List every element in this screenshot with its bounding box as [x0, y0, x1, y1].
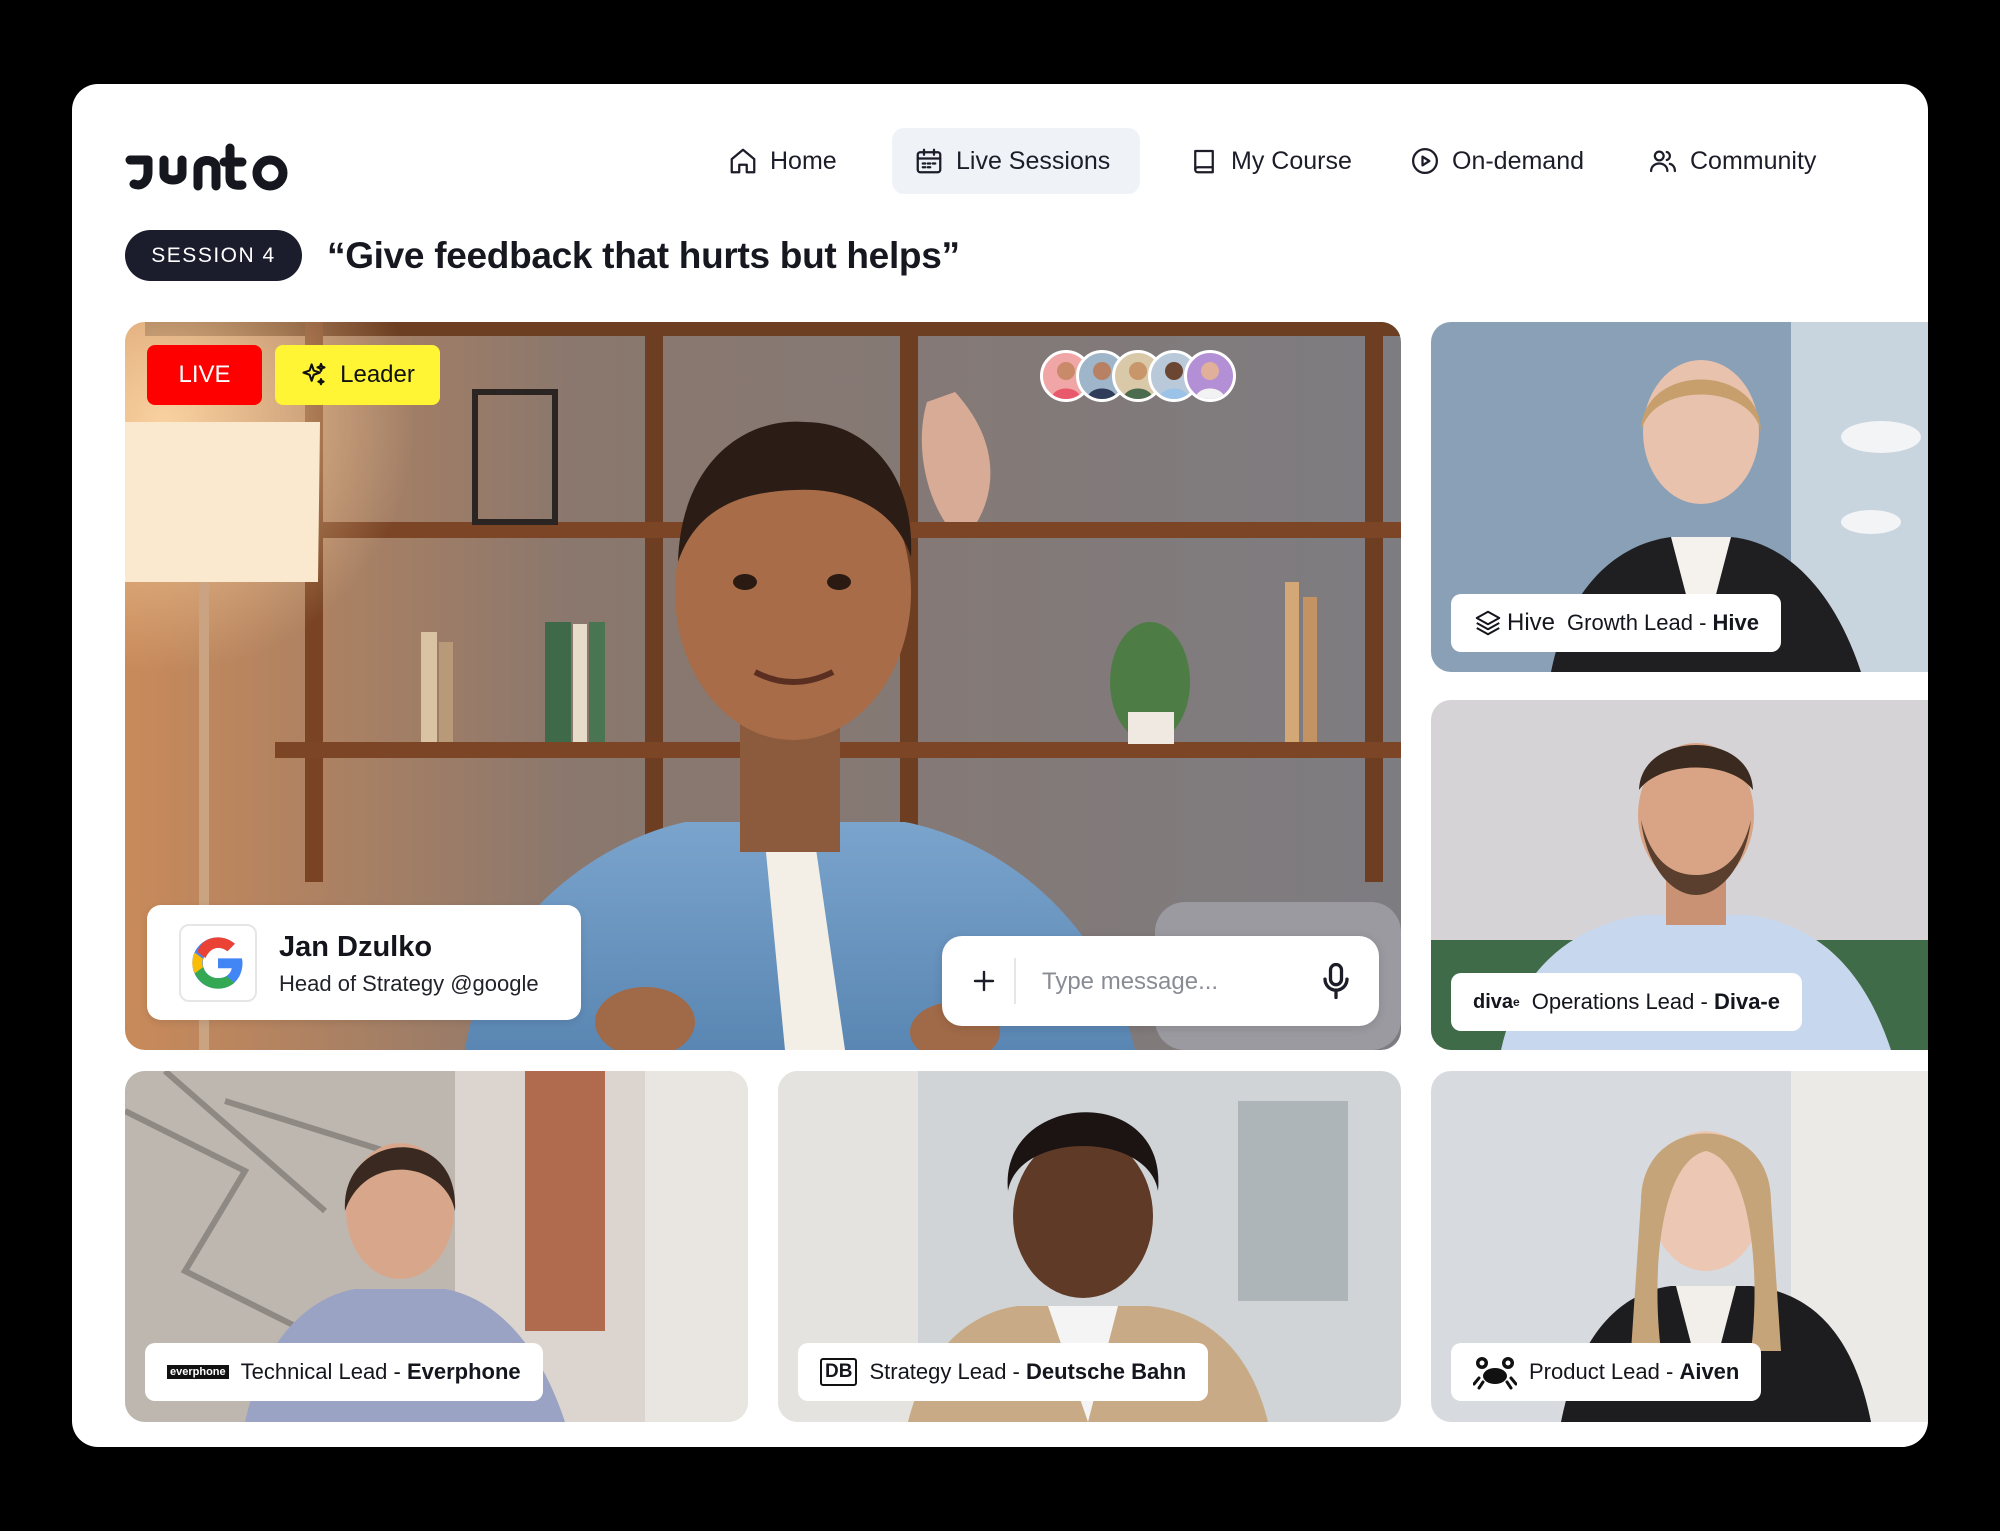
app-window: Home Live Sessions My Course On-demand C… — [72, 84, 1928, 1447]
hive-logo: Hive — [1473, 608, 1555, 638]
participant-label: DB Strategy Lead - Deutsche Bahn — [798, 1343, 1209, 1401]
nav-item-home[interactable]: Home — [706, 128, 859, 194]
participant-tile-deutsche-bahn[interactable]: DB Strategy Lead - Deutsche Bahn — [778, 1071, 1401, 1422]
google-logo — [179, 924, 257, 1002]
hive-logo-text: Hive — [1507, 609, 1556, 636]
nav-item-on-demand[interactable]: On-demand — [1388, 128, 1606, 194]
live-badge: LIVE — [147, 345, 262, 405]
book-icon — [1194, 149, 1214, 174]
nav-item-label: On-demand — [1452, 146, 1585, 175]
participant-role: Product Lead - Aiven — [1529, 1359, 1740, 1384]
add-attachment-button[interactable] — [966, 963, 1002, 999]
participant-label: Hive Growth Lead - Hive — [1451, 594, 1782, 652]
nav-item-my-course[interactable]: My Course — [1167, 128, 1374, 194]
home-icon — [730, 148, 756, 174]
speaker-role: Head of Strategy @google — [279, 971, 539, 996]
nav-item-community[interactable]: Community — [1626, 128, 1838, 194]
participant-tile-diva-e[interactable]: diva e Operations Lead - Diva-e — [1431, 700, 1928, 1050]
participant-role: Operations Lead - Diva-e — [1531, 989, 1780, 1014]
diva-e-logo: diva e — [1473, 990, 1520, 1013]
message-input[interactable] — [1040, 956, 1314, 1008]
play-circle-icon — [1412, 148, 1438, 174]
message-bar — [942, 936, 1379, 1026]
nav-item-label: Live Sessions — [956, 146, 1111, 175]
attendee-stack[interactable]: +34 attendees — [1040, 348, 1390, 404]
participant-role: Growth Lead - Hive — [1567, 610, 1760, 635]
divider — [1014, 958, 1016, 1004]
session-title: “Give feedback that hurts but helps” — [327, 234, 960, 276]
nav-item-live-sessions[interactable]: Live Sessions — [892, 128, 1140, 194]
nav-item-label: Community — [1690, 146, 1817, 175]
calendar-icon — [916, 148, 942, 174]
speaker-card: Jan Dzulko Head of Strategy @google — [147, 905, 581, 1020]
avatar — [1184, 350, 1236, 402]
session-badge: SESSION 4 — [125, 230, 302, 281]
top-navigation: Home Live Sessions My Course On-demand C… — [72, 128, 1928, 194]
speaker-name: Jan Dzulko — [279, 931, 433, 963]
microphone-icon[interactable] — [1314, 959, 1358, 1003]
main-video[interactable]: LIVE Leader +34 attendees Jan Dzulko Hea… — [125, 322, 1401, 1050]
db-logo: DB — [820, 1358, 858, 1386]
participant-role: Strategy Lead - Deutsche Bahn — [869, 1359, 1187, 1384]
participant-tile-everphone[interactable]: everphone Technical Lead - Everphone — [125, 1071, 748, 1422]
users-icon — [1650, 150, 1676, 173]
nav-item-label: My Course — [1231, 146, 1352, 175]
participant-tile-aiven[interactable]: Product Lead - Aiven — [1431, 1071, 1928, 1422]
leader-badge: Leader — [275, 345, 440, 405]
everphone-logo: everphone — [167, 1365, 229, 1379]
participant-label: everphone Technical Lead - Everphone — [145, 1343, 543, 1401]
leader-label: Leader — [340, 361, 415, 388]
aiven-crab-logo — [1473, 1354, 1517, 1390]
sparkle-icon — [302, 362, 326, 386]
participant-label: diva e Operations Lead - Diva-e — [1451, 973, 1802, 1031]
participant-role: Technical Lead - Everphone — [240, 1359, 521, 1384]
participant-label: Product Lead - Aiven — [1451, 1343, 1762, 1401]
participant-tile-hive[interactable]: Hive Growth Lead - Hive — [1431, 322, 1928, 672]
nav-item-label: Home — [770, 146, 837, 175]
attendees-count: +34 attendees — [1226, 349, 1390, 403]
